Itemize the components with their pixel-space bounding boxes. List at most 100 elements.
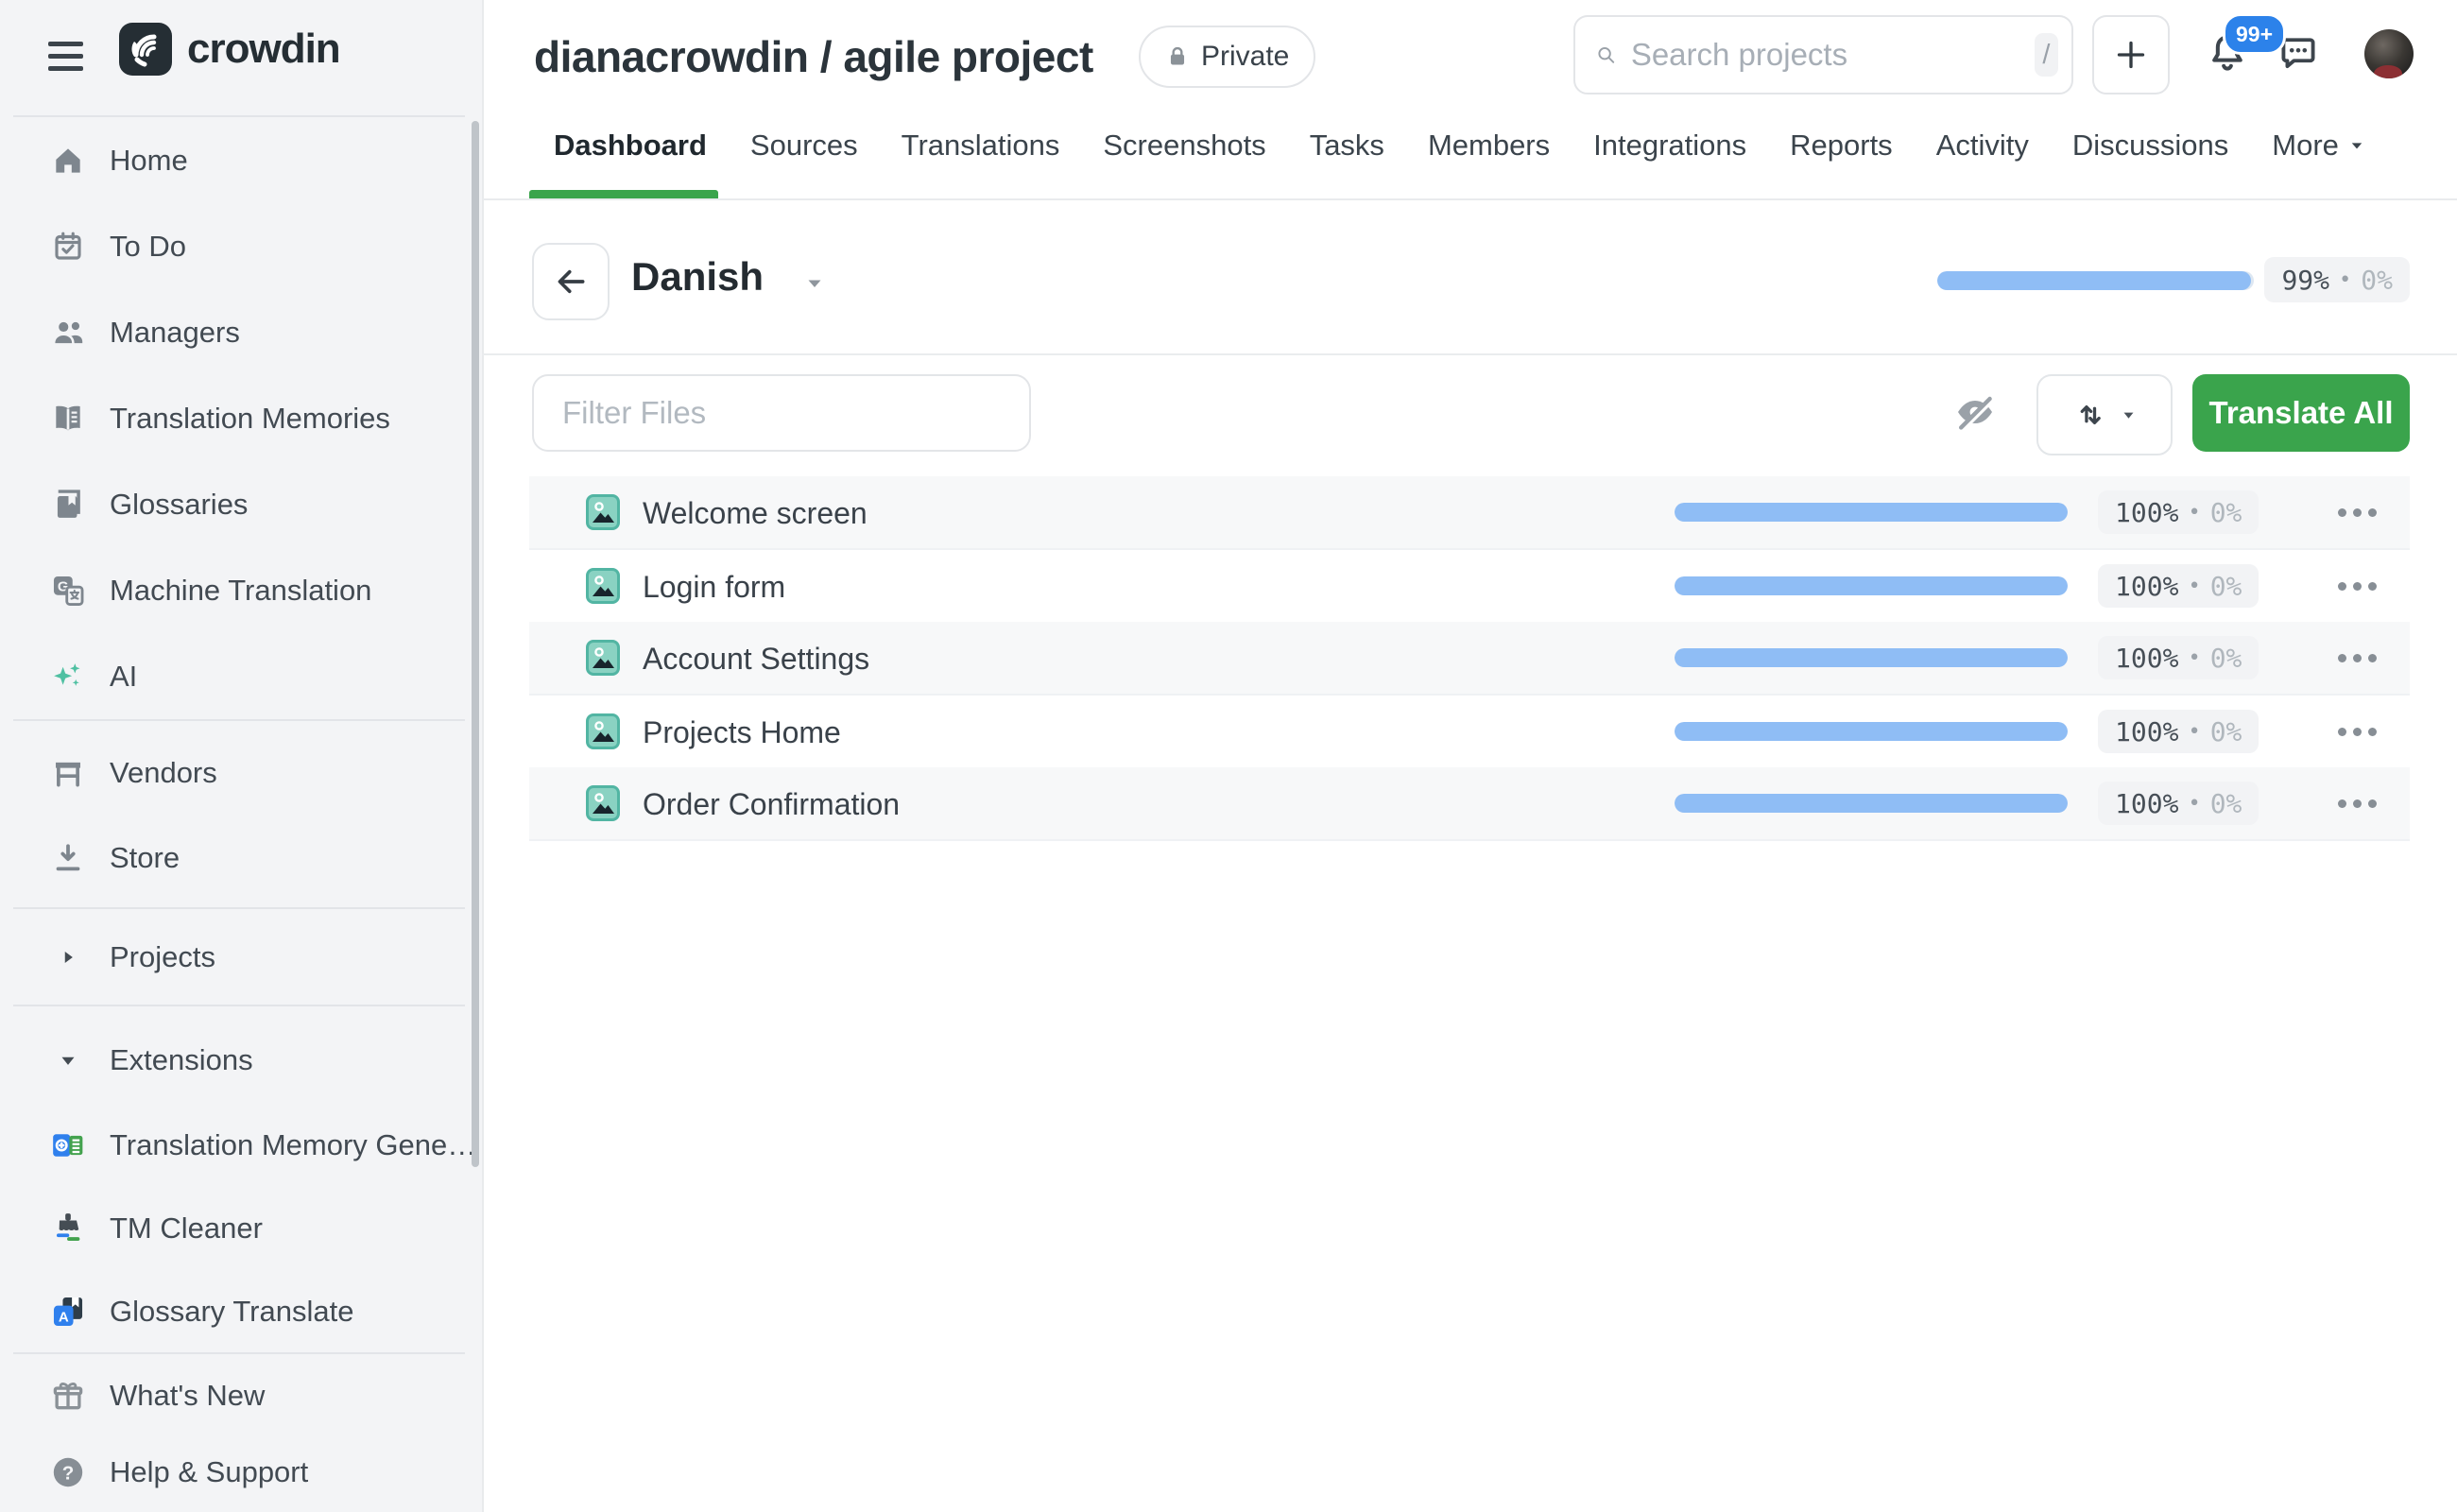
page-title: dianacrowdin / agile project: [534, 31, 1093, 82]
file-actions-button[interactable]: [2327, 648, 2387, 667]
file-list: Welcome screen 100%•0% Login form 100%•0…: [529, 476, 2410, 841]
file-progress-badge: 100%•0%: [2098, 636, 2259, 679]
screenshot-file-icon: [586, 713, 620, 749]
gift-icon: [49, 1377, 87, 1415]
sidebar-item-home[interactable]: Home: [38, 130, 454, 191]
crowdin-logo-text: crowdin: [187, 26, 340, 73]
file-name[interactable]: Welcome screen: [643, 496, 868, 531]
search-shortcut-hint: /: [2035, 33, 2058, 77]
section-divider: [482, 353, 2457, 355]
sidebar-item-tm-generator[interactable]: Translation Memory Gene…: [38, 1115, 454, 1176]
sidebar-item-glossaries[interactable]: Glossaries: [38, 474, 454, 535]
sidebar-item-whats-new[interactable]: What's New: [38, 1366, 454, 1426]
sort-arrows-icon: [2073, 398, 2107, 432]
tab-discussions[interactable]: Discussions: [2072, 129, 2228, 163]
file-row[interactable]: Projects Home 100%•0%: [529, 696, 2410, 767]
file-actions-button[interactable]: [2327, 794, 2387, 813]
file-name[interactable]: Order Confirmation: [643, 787, 900, 822]
search-box: /: [1573, 15, 2073, 94]
project-tabs: Dashboard Sources Translations Screensho…: [554, 129, 2365, 163]
sidebar-item-store[interactable]: Store: [38, 828, 454, 888]
search-input[interactable]: [1629, 36, 2035, 74]
svg-text:?: ?: [62, 1462, 75, 1484]
sidebar-item-projects[interactable]: Projects: [38, 927, 454, 988]
create-project-button[interactable]: [2092, 15, 2170, 94]
file-progress-bar: [1675, 576, 2068, 595]
sidebar-item-extensions[interactable]: Extensions: [38, 1030, 454, 1091]
tab-translations[interactable]: Translations: [902, 129, 1060, 163]
sidebar-item-glossary-translate[interactable]: A Glossary Translate: [38, 1281, 454, 1342]
back-button[interactable]: [532, 243, 610, 320]
screenshot-file-icon: [586, 785, 620, 821]
sidebar-divider: [13, 115, 465, 117]
file-progress-badge: 100%•0%: [2098, 710, 2259, 753]
file-progress-badge: 100%•0%: [2098, 564, 2259, 608]
sidebar-item-tm-cleaner[interactable]: TM Cleaner: [38, 1198, 454, 1259]
tab-sources[interactable]: Sources: [750, 129, 858, 163]
user-avatar[interactable]: [2364, 29, 2414, 78]
sidebar-item-help-support[interactable]: ? Help & Support: [38, 1442, 454, 1503]
caret-down-icon: [49, 1041, 87, 1079]
sidebar-divider: [13, 1005, 465, 1006]
sidebar-item-todo[interactable]: To Do: [38, 216, 454, 277]
glossary-translate-icon: A: [49, 1293, 87, 1331]
active-tab-underline: [529, 190, 718, 198]
file-name[interactable]: Account Settings: [643, 642, 869, 677]
tm-cleaner-icon: [49, 1210, 87, 1247]
machine-translation-icon: G: [49, 572, 87, 610]
crowdin-logo[interactable]: crowdin: [119, 23, 340, 76]
screenshot-file-icon: [586, 494, 620, 530]
svg-text:A: A: [59, 1310, 69, 1326]
privacy-badge-label: Private: [1201, 41, 1289, 73]
sidebar-item-ai[interactable]: AI: [38, 646, 454, 707]
tab-members[interactable]: Members: [1428, 129, 1550, 163]
filter-files-input[interactable]: [532, 374, 1031, 452]
translate-all-button[interactable]: Translate All: [2192, 374, 2410, 452]
file-row[interactable]: Account Settings 100%•0%: [529, 622, 2410, 696]
file-actions-button[interactable]: [2327, 576, 2387, 595]
menu-hamburger-button[interactable]: [42, 32, 91, 81]
screenshot-file-icon: [586, 568, 620, 604]
file-progress-badge: 100%•0%: [2098, 782, 2259, 825]
lock-icon: [1165, 44, 1190, 69]
file-row[interactable]: Order Confirmation 100%•0%: [529, 767, 2410, 841]
sidebar-item-managers[interactable]: Managers: [38, 302, 454, 363]
tab-tasks[interactable]: Tasks: [1310, 129, 1384, 163]
eye-off-icon: [1952, 389, 1998, 435]
tab-more[interactable]: More: [2272, 129, 2365, 163]
search-icon: [1596, 37, 1616, 73]
file-name[interactable]: Projects Home: [643, 715, 841, 750]
file-progress-bar: [1675, 794, 2068, 813]
file-name[interactable]: Login form: [643, 570, 785, 605]
caret-down-icon: [803, 272, 826, 295]
language-progress-bar: [1937, 271, 2254, 290]
language-dropdown-caret[interactable]: [803, 272, 826, 300]
sidebar-divider: [13, 1352, 465, 1354]
question-circle-icon: ?: [49, 1453, 87, 1491]
tab-reports[interactable]: Reports: [1790, 129, 1893, 163]
file-progress-badge: 100%•0%: [2098, 490, 2259, 534]
sidebar-item-vendors[interactable]: Vendors: [38, 743, 454, 803]
file-row[interactable]: Login form 100%•0%: [529, 550, 2410, 622]
notification-count-badge: 99+: [2223, 13, 2286, 55]
tab-dashboard[interactable]: Dashboard: [554, 129, 707, 163]
download-icon: [49, 839, 87, 877]
plus-icon: [2112, 36, 2150, 74]
file-row[interactable]: Welcome screen 100%•0%: [529, 476, 2410, 550]
sidebar-scrollbar[interactable]: [472, 121, 479, 1167]
sidebar-item-machine-translation[interactable]: G Machine Translation: [38, 560, 454, 621]
sidebar-divider: [13, 907, 465, 909]
calendar-check-icon: [49, 228, 87, 266]
file-actions-button[interactable]: [2327, 503, 2387, 522]
sort-button[interactable]: [2036, 374, 2173, 455]
file-actions-button[interactable]: [2327, 722, 2387, 741]
toggle-hidden-files-button[interactable]: [1952, 389, 1998, 439]
tabs-divider: [482, 198, 2457, 200]
tab-screenshots[interactable]: Screenshots: [1103, 129, 1265, 163]
tab-activity[interactable]: Activity: [1936, 129, 2029, 163]
file-progress-bar: [1675, 722, 2068, 741]
privacy-badge: Private: [1139, 26, 1315, 88]
tab-integrations[interactable]: Integrations: [1593, 129, 1746, 163]
sidebar-item-translation-memories[interactable]: Translation Memories: [38, 388, 454, 449]
language-progress-fill: [1937, 271, 2251, 290]
